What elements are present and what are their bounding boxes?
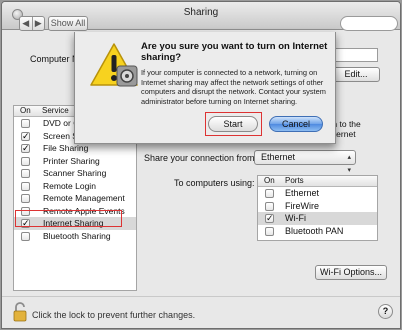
dialog-body: If your computer is connected to a netwo…: [141, 68, 326, 106]
cancel-button[interactable]: Cancel: [269, 116, 323, 132]
service-row[interactable]: Printer Sharing: [14, 155, 136, 168]
column-on: On: [20, 106, 31, 115]
port-row[interactable]: ✓ Wi-Fi: [258, 212, 377, 225]
port-label: Bluetooth PAN: [285, 225, 344, 236]
popup-arrows-icon: ▴ ▾: [347, 154, 351, 174]
service-label: Remote Management: [43, 193, 125, 203]
service-checkbox[interactable]: [21, 119, 30, 128]
forward-arrow-icon[interactable]: ▶: [31, 17, 45, 30]
column-on: On: [264, 176, 275, 185]
port-label: Ethernet: [285, 188, 320, 198]
port-checkbox[interactable]: [265, 226, 274, 236]
service-row[interactable]: Remote Management: [14, 192, 136, 205]
service-label: Printer Sharing: [43, 155, 100, 166]
port-label: FireWire: [285, 200, 319, 211]
service-row[interactable]: Scanner Sharing: [14, 167, 136, 180]
search-field[interactable]: [340, 16, 398, 31]
service-checkbox[interactable]: [21, 194, 30, 203]
service-checkbox[interactable]: [21, 156, 30, 166]
column-ports: Ports: [285, 176, 304, 185]
port-label: Wi-Fi: [285, 213, 306, 223]
service-label: Bluetooth Sharing: [43, 230, 111, 241]
show-all-button[interactable]: Show All: [48, 16, 88, 31]
service-row[interactable]: Bluetooth Sharing: [14, 230, 136, 243]
warning-icon: [90, 43, 138, 87]
sharing-window: Sharing ◀ ▶ Show All Computer N Edit... …: [1, 1, 401, 329]
service-label: Remote Login: [43, 180, 96, 191]
port-row[interactable]: Bluetooth PAN: [258, 225, 377, 238]
lock-icon[interactable]: [13, 302, 27, 322]
service-row[interactable]: Remote Login: [14, 180, 136, 193]
service-label: Scanner Sharing: [43, 168, 107, 178]
ports-table-header: On Ports: [258, 176, 377, 187]
back-arrow-icon[interactable]: ◀: [20, 17, 32, 30]
to-computers-label: To computers using:: [174, 178, 255, 188]
service-checkbox[interactable]: ✓: [21, 131, 30, 141]
port-checkbox[interactable]: [265, 189, 274, 198]
service-checkbox[interactable]: [21, 231, 30, 241]
service-checkbox[interactable]: ✓: [21, 144, 30, 153]
share-from-label: Share your connection from:: [144, 153, 258, 163]
back-forward-buttons[interactable]: ◀ ▶: [19, 16, 45, 31]
confirmation-dialog: Are you sure you want to turn on Interne…: [74, 32, 336, 144]
service-checkbox[interactable]: [21, 169, 30, 178]
port-row[interactable]: Ethernet: [258, 187, 377, 200]
computer-name-label: Computer N: [30, 54, 79, 64]
share-from-popup[interactable]: Ethernet ▴ ▾: [254, 150, 356, 174]
internet-sharing-highlight: [15, 210, 122, 227]
port-row[interactable]: FireWire: [258, 200, 377, 213]
edit-button[interactable]: Edit...: [332, 67, 380, 82]
port-checkbox[interactable]: ✓: [265, 214, 274, 223]
dialog-title: Are you sure you want to turn on Interne…: [141, 41, 328, 63]
column-service: Service: [42, 106, 69, 115]
ports-table[interactable]: On Ports Ethernet FireWire ✓ Wi-Fi Bluetooth…: [257, 175, 378, 241]
lock-text: Click the lock to prevent further change…: [32, 310, 196, 320]
start-button[interactable]: Start: [208, 116, 258, 132]
port-checkbox[interactable]: [265, 201, 274, 211]
service-checkbox[interactable]: [21, 181, 30, 191]
help-button[interactable]: ?: [378, 304, 393, 319]
wifi-options-button[interactable]: Wi-Fi Options...: [315, 265, 387, 280]
